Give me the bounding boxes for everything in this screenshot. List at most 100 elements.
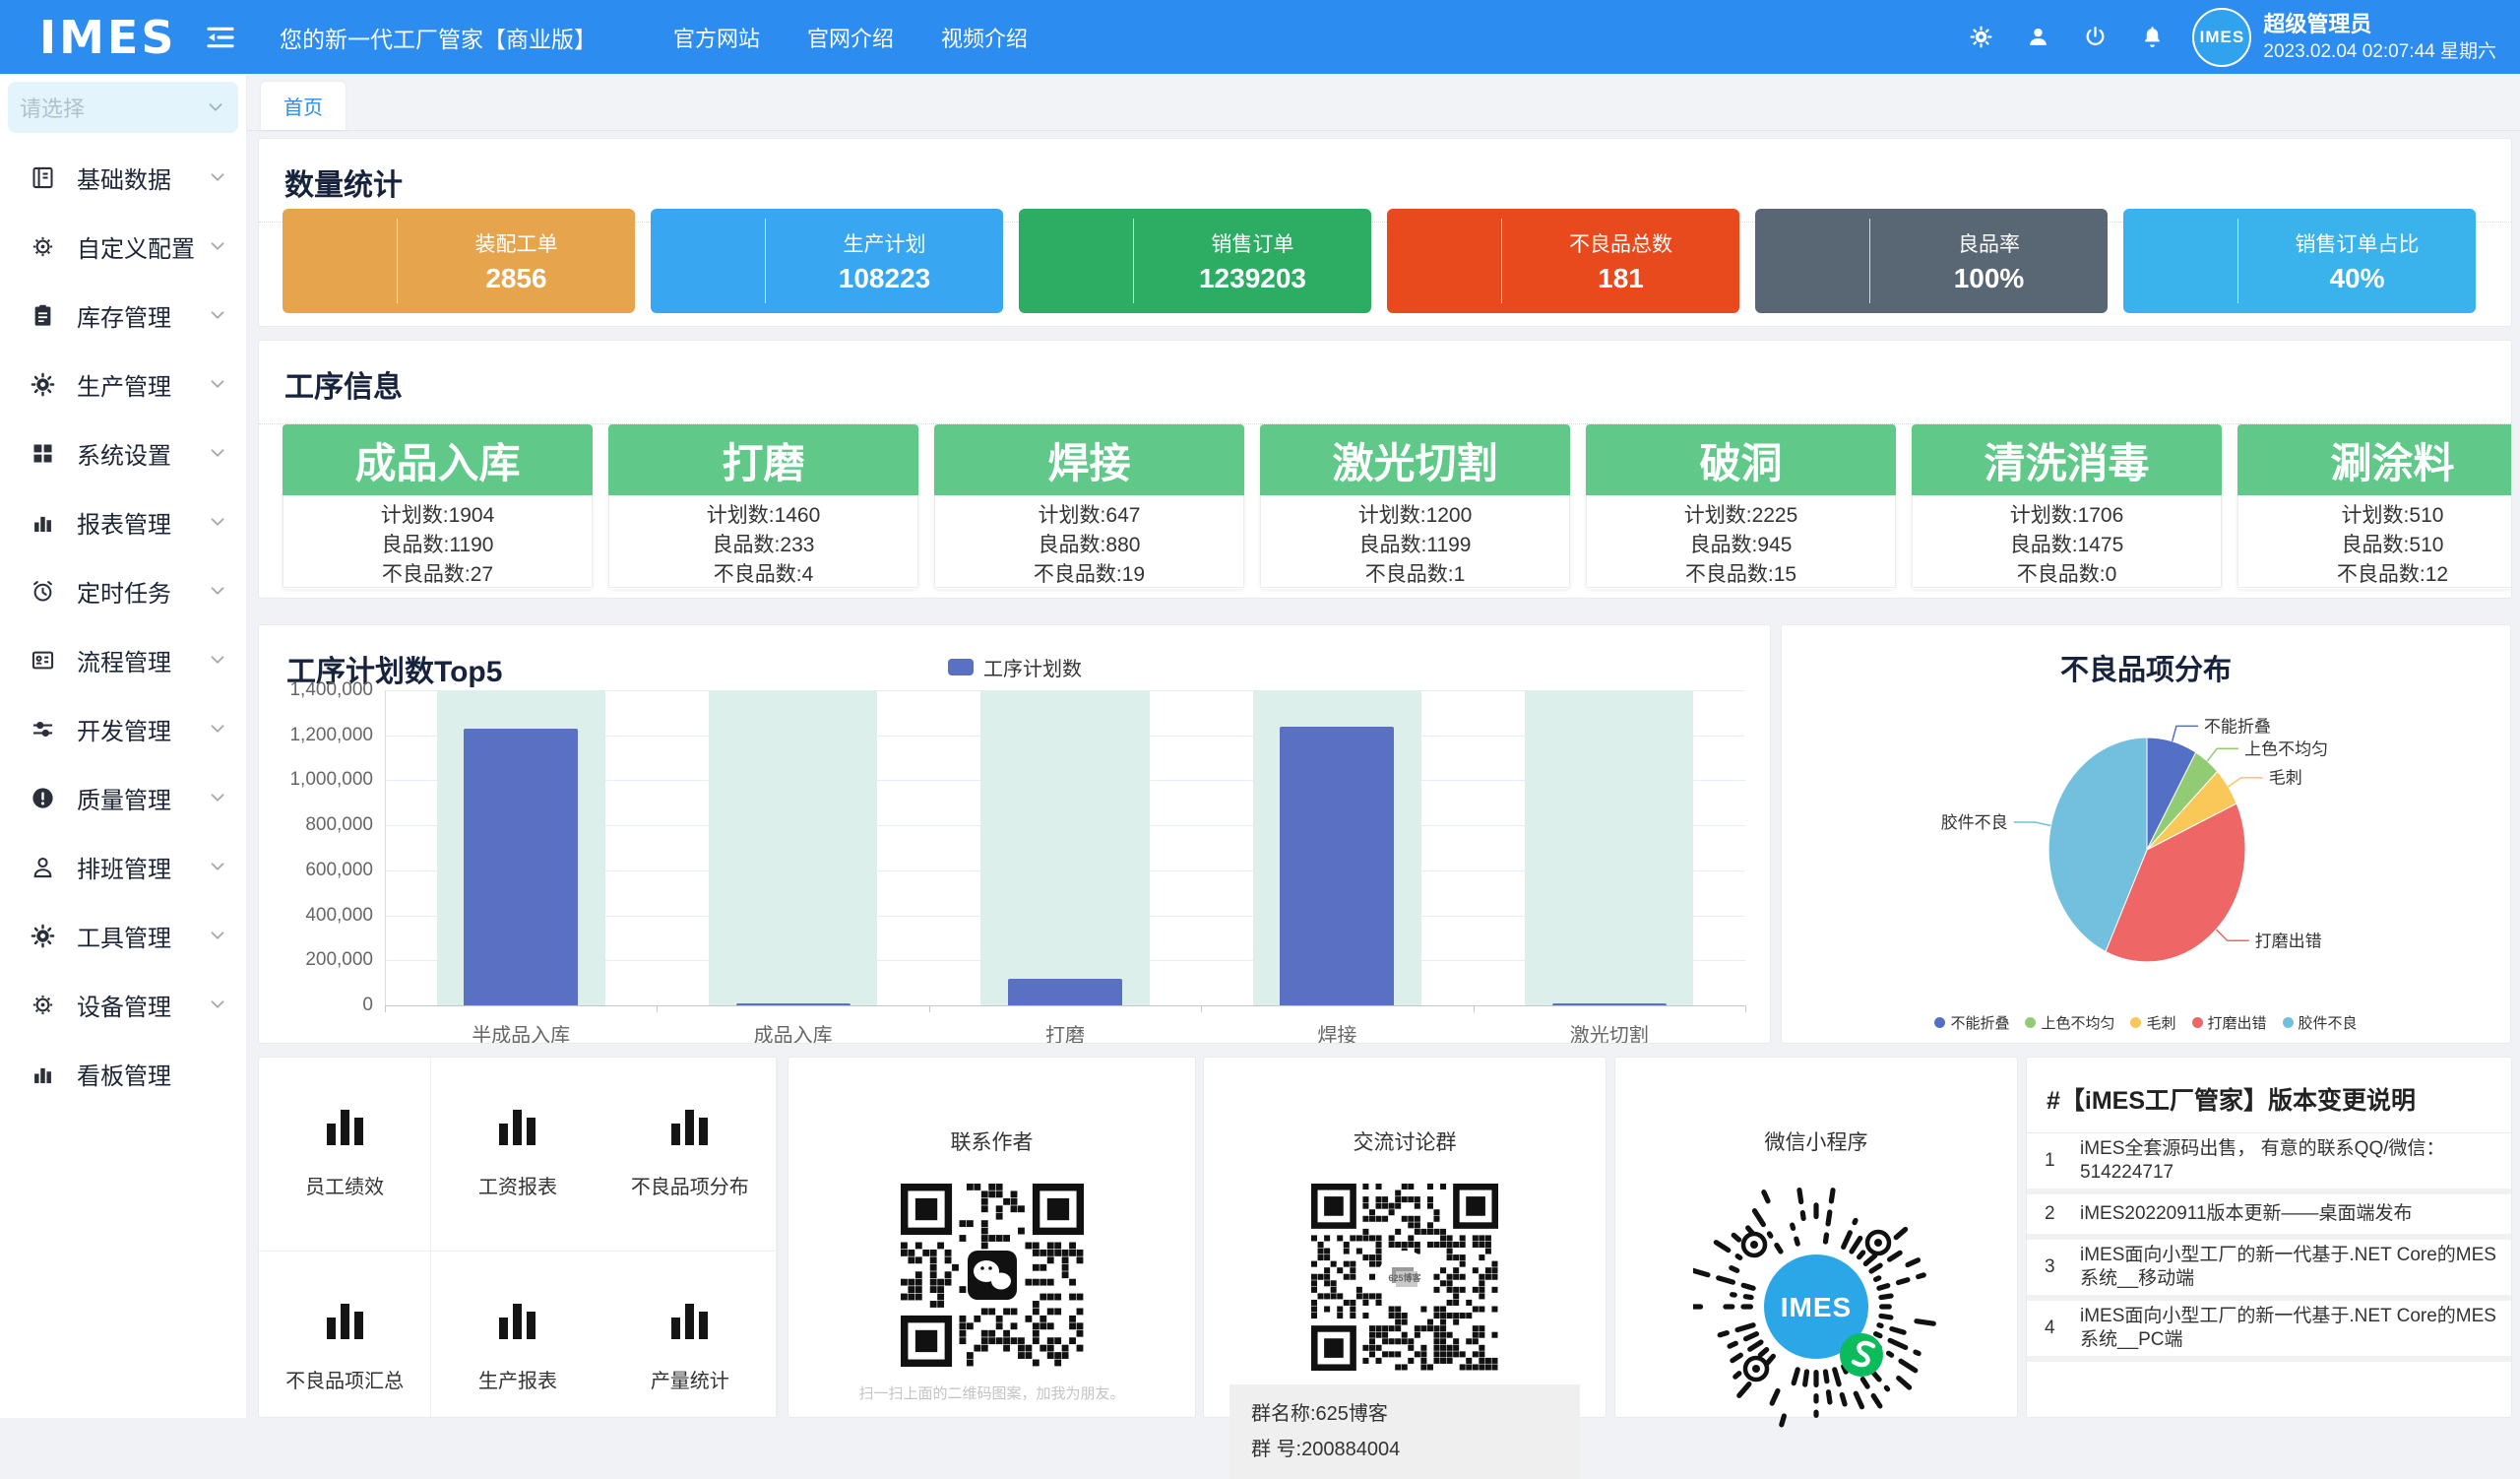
sidebar-item[interactable]: 基础数据: [0, 143, 246, 212]
axis-tick: [657, 1005, 658, 1012]
process-name: 成品入库: [283, 424, 593, 495]
label-leader-line: [2229, 778, 2263, 787]
good-value: 233: [780, 534, 814, 556]
sidebar-item[interactable]: 流程管理: [0, 625, 246, 694]
sidebar-item[interactable]: 自定义配置: [0, 212, 246, 281]
svg-text:IMES: IMES: [1781, 1292, 1852, 1322]
settings-gear-icon[interactable]: [1968, 25, 1993, 50]
x-tick-label: 激光切割: [1474, 1019, 1745, 1044]
qr-caption: 扫一扫上面的二维码图案，加我为朋友。: [788, 1383, 1195, 1403]
user-icon[interactable]: [2025, 25, 2050, 50]
plan-value: 1460: [775, 504, 821, 527]
good-label: 良品数:: [2010, 534, 2078, 556]
stat-card: 良品率 100%: [1755, 209, 2108, 313]
chevron-down-icon: [207, 718, 228, 740]
good-label: 良品数:: [381, 534, 449, 556]
pie-slice-label: 毛刺: [2269, 769, 2302, 788]
stat-label: 不良品总数: [1502, 228, 1739, 258]
pie-legend-item[interactable]: 不能折叠: [1934, 1012, 2009, 1033]
chevron-down-icon: [207, 925, 228, 946]
nav-link[interactable]: 官方网站: [673, 22, 760, 53]
report-shortcut[interactable]: 产量统计: [604, 1252, 777, 1418]
plan-value: 1904: [449, 504, 495, 527]
sidebar-item-label: 生产管理: [77, 367, 207, 402]
process-card: 焊接 计划数:647 良品数:880 不良品数:19: [934, 424, 1244, 589]
grid-line: [385, 1005, 1745, 1006]
sidebar-filter-select[interactable]: 请选择: [8, 82, 238, 133]
report-shortcut[interactable]: 员工绩效: [259, 1058, 431, 1252]
sidebar: 请选择 基础数据 自定义配置 库存管理 生产管理: [0, 74, 247, 1418]
reports-grid: 员工绩效 工资报表 不良品项分布 不良品项汇总 生产报表 产量统计: [259, 1058, 777, 1418]
version-row-number: 4: [2045, 1318, 2080, 1339]
user-info: 超级管理员 2023.02.04 02:07:44 星期六: [2263, 10, 2496, 64]
bad-value: 15: [1774, 563, 1796, 586]
version-row-text: iMES面向小型工厂的新一代基于.NET Core的MES系统__移动端: [2080, 1244, 2501, 1291]
good-value: 945: [1757, 534, 1792, 556]
bad-count: 不良品数:12: [2238, 560, 2512, 589]
pie-legend[interactable]: 不能折叠上色不均匀毛刺 打磨出错胶件不良: [1782, 1012, 2510, 1033]
hover-band: [980, 690, 1149, 1005]
bad-count: 不良品数:19: [935, 560, 1243, 589]
sidebar-item[interactable]: 排班管理: [0, 832, 246, 901]
sidebar-item[interactable]: 工具管理: [0, 901, 246, 970]
tab-home[interactable]: 首页: [261, 82, 346, 130]
stat-value: 40%: [2238, 263, 2476, 294]
group-qr-code: 625博客: [1204, 1184, 1606, 1371]
sidebar-item[interactable]: 库存管理: [0, 281, 246, 350]
pie-legend-item[interactable]: 胶件不良: [2283, 1012, 2358, 1033]
nav-link[interactable]: 视频介绍: [941, 22, 1028, 53]
plan-value: 2225: [1752, 504, 1798, 527]
sidebar-item[interactable]: 设备管理: [0, 970, 246, 1039]
sidebar-item[interactable]: 质量管理: [0, 763, 246, 832]
chevron-down-icon: [207, 994, 228, 1015]
process-cards: 成品入库 计划数:1904 良品数:1190 不良品数:27 打磨 计划数:14…: [283, 424, 2512, 589]
y-axis-line: [385, 690, 386, 1005]
sidebar-item[interactable]: 报表管理: [0, 487, 246, 556]
report-shortcut[interactable]: 工资报表: [431, 1058, 603, 1252]
y-tick-label: 0: [265, 995, 373, 1016]
sidebar-item[interactable]: 开发管理: [0, 694, 246, 763]
sidebar-item-icon: [30, 300, 59, 330]
version-row: 3 iMES面向小型工厂的新一代基于.NET Core的MES系统__移动端: [2027, 1240, 2511, 1301]
good-value: 1475: [2078, 534, 2124, 556]
process-info-panel: 工序信息 成品入库 计划数:1904 良品数:1190 不良品数:27 打磨 计…: [258, 340, 2512, 599]
bar-chart-panel: 工序计划数Top5 工序计划数 0200,000400,000600,00080…: [258, 624, 1771, 1044]
report-shortcut[interactable]: 不良品项分布: [604, 1058, 777, 1252]
user-name: 超级管理员: [2263, 10, 2496, 39]
process-card: 打磨 计划数:1460 良品数:233 不良品数:4: [608, 424, 918, 589]
sidebar-item-label: 系统设置: [77, 436, 207, 471]
sidebar-item[interactable]: 定时任务: [0, 556, 246, 625]
sidebar-item-icon: [30, 645, 59, 675]
y-tick-label: 200,000: [265, 949, 373, 971]
avatar[interactable]: IMES: [2192, 8, 2251, 67]
y-tick-label: 800,000: [265, 814, 373, 836]
process-card: 激光切割 计划数:1200 良品数:1199 不良品数:1: [1260, 424, 1570, 589]
pie-legend-item[interactable]: 毛刺: [2130, 1012, 2175, 1033]
report-shortcut[interactable]: 生产报表: [431, 1252, 603, 1418]
sidebar-item[interactable]: 生产管理: [0, 350, 246, 418]
bell-icon[interactable]: [2139, 25, 2165, 50]
bar: [1552, 1003, 1667, 1005]
legend-label: 打磨出错: [2208, 1012, 2267, 1033]
pie-legend-item[interactable]: 上色不均匀: [2025, 1012, 2114, 1033]
power-icon[interactable]: [2082, 25, 2108, 50]
plan-label: 计划数:: [2010, 504, 2078, 527]
app-title: 您的新一代工厂管家【商业版】: [280, 21, 597, 54]
topbar-icons: [1968, 25, 2165, 50]
good-label: 良品数:: [2342, 534, 2410, 556]
sidebar-item[interactable]: 看板管理: [0, 1039, 246, 1108]
plan-value: 1200: [1426, 504, 1473, 527]
sidebar-item[interactable]: 系统设置: [0, 418, 246, 487]
nav-link[interactable]: 官网介绍: [807, 22, 894, 53]
sidebar-item-label: 设备管理: [77, 988, 207, 1022]
version-row: 2 iMES20220911版本更新——桌面端发布: [2027, 1194, 2511, 1240]
label-leader-line: [2014, 822, 2051, 826]
plan-label: 计划数:: [1039, 504, 1106, 527]
report-label: 生产报表: [478, 1365, 557, 1393]
stat-label: 良品率: [1870, 228, 2108, 258]
bad-label: 不良品数:: [1034, 563, 1122, 586]
pie-legend-item[interactable]: 打磨出错: [2192, 1012, 2267, 1033]
sidebar-collapse-icon[interactable]: [205, 21, 238, 54]
report-shortcut[interactable]: 不良品项汇总: [259, 1252, 431, 1418]
stat-card: 不良品总数 181: [1387, 209, 1739, 313]
